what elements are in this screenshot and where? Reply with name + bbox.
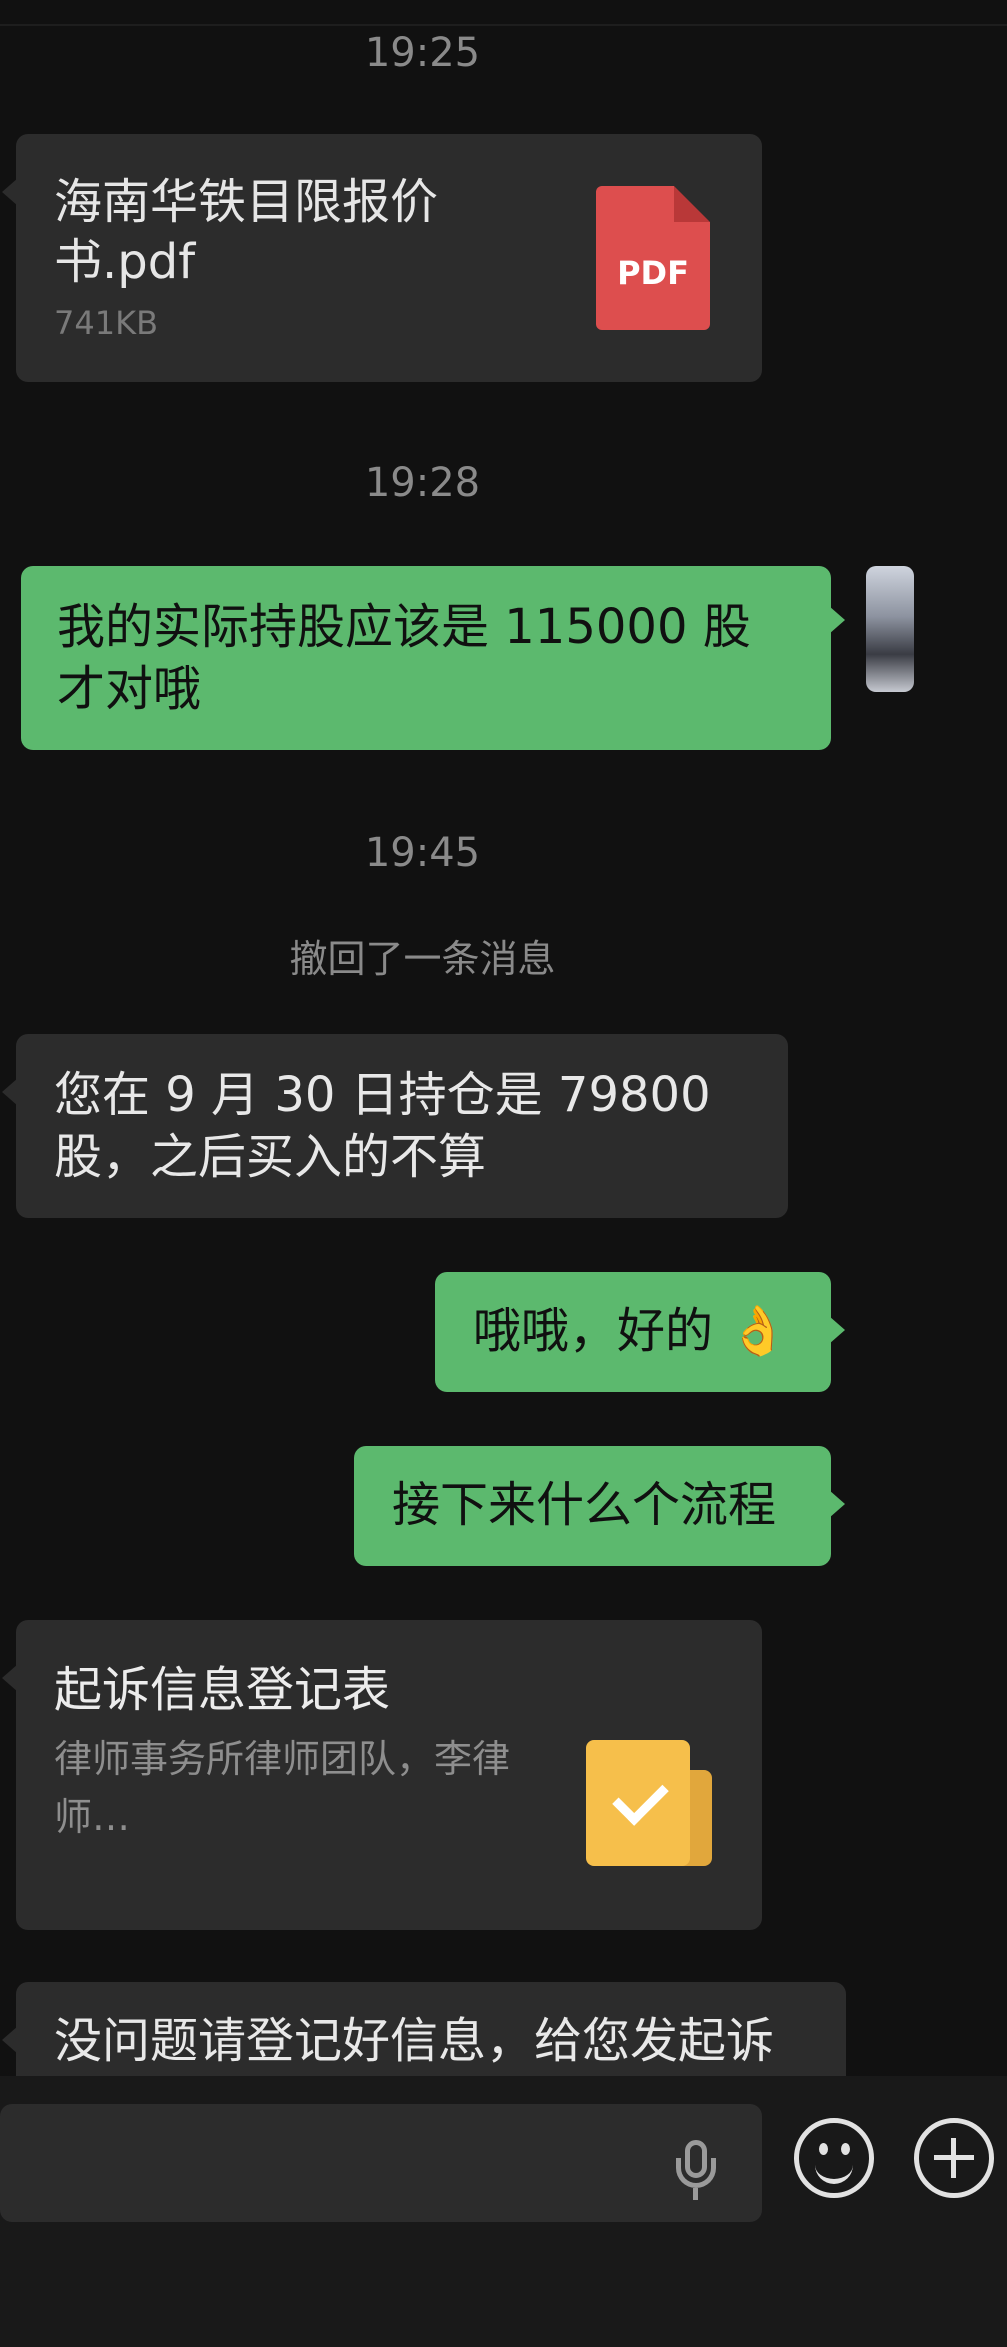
pdf-icon: PDF (596, 186, 710, 330)
message-text: 接下来什么个流程 (392, 1477, 777, 1533)
top-divider (0, 24, 1007, 26)
message-text: 没问题请登记好信息，给您发起诉 (54, 2013, 775, 2069)
pdf-label: PDF (617, 254, 689, 292)
message-text: 您在 9 月 30 日持仓是 79800 股，之后买入的不算 (54, 1067, 711, 1185)
bubble-tail (2, 1078, 18, 1106)
message-text: 我的实际持股应该是 115000 股才对哦 (57, 599, 751, 717)
outgoing-message[interactable]: 我的实际持股应该是 115000 股才对哦 (21, 566, 845, 750)
input-bar (0, 2076, 1007, 2347)
bubble-tail (829, 606, 845, 634)
file-message[interactable]: 海南华铁目限报价书.pdf 741KB PDF (2, 134, 762, 382)
card-title: 起诉信息登记表 (54, 1662, 391, 1718)
card-description: 律师事务所律师团队，李律师… (54, 1737, 511, 1839)
bubble-tail (2, 2026, 18, 2054)
file-name: 海南华铁目限报价书.pdf (54, 174, 439, 290)
mic-icon[interactable] (676, 2140, 716, 2200)
timestamp-1925: 19:25 (364, 30, 481, 76)
bubble-tail (2, 1664, 18, 1692)
recall-notice: 撤回了一条消息 (289, 937, 556, 981)
timestamp-1928: 19:28 (364, 460, 481, 506)
bubble-tail (829, 1316, 845, 1344)
plus-icon[interactable] (914, 2118, 994, 2198)
outgoing-message[interactable]: 哦哦，好的 👌 (435, 1272, 845, 1392)
timestamp-1945: 19:45 (364, 830, 481, 876)
avatar[interactable] (866, 566, 914, 692)
form-card-message[interactable]: 起诉信息登记表 律师事务所律师团队，李律师… (2, 1620, 762, 1930)
incoming-message[interactable]: 您在 9 月 30 日持仓是 79800 股，之后买入的不算 (2, 1034, 788, 1218)
bubble-tail (2, 178, 18, 206)
bubble-tail (829, 1490, 845, 1518)
emoji-icon[interactable] (794, 2118, 874, 2198)
file-size: 741KB (54, 304, 159, 342)
message-input[interactable] (0, 2104, 762, 2222)
outgoing-message[interactable]: 接下来什么个流程 (354, 1446, 845, 1566)
check-icon (586, 1740, 712, 1866)
message-text: 哦哦，好的 👌 (473, 1303, 789, 1359)
